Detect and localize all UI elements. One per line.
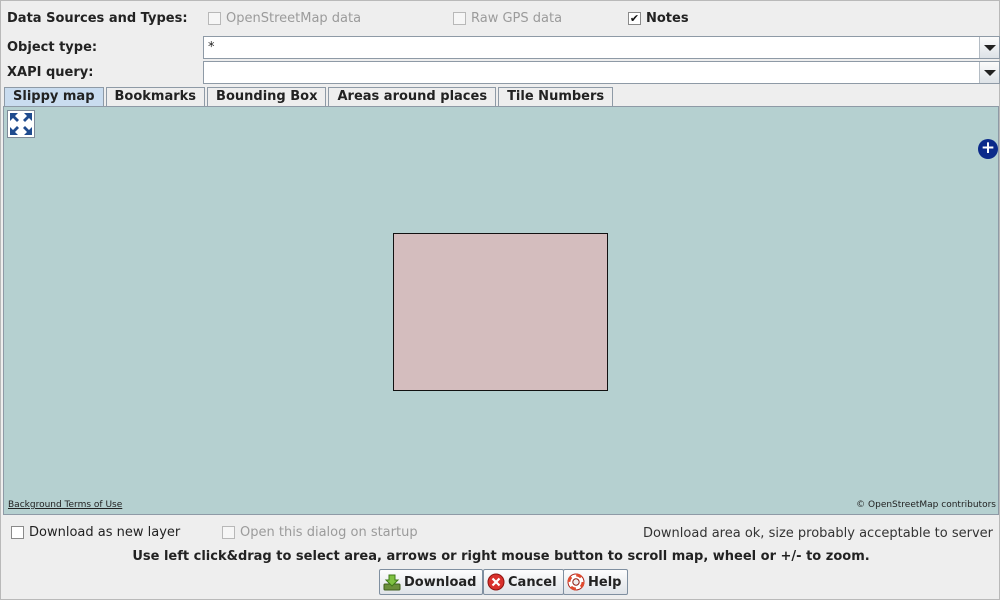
usage-hint: Use left click&drag to select area, arro… (132, 549, 870, 564)
checkmark-icon: ✔ (629, 12, 640, 25)
chevron-down-icon[interactable] (979, 37, 999, 58)
tab-bounding-box[interactable]: Bounding Box (207, 87, 327, 106)
xapi-query-label: XAPI query: (7, 65, 94, 80)
download-button-label: Download (404, 574, 477, 590)
tab-areas-around-places[interactable]: Areas around places (328, 87, 497, 106)
download-new-layer-checkbox-box[interactable] (11, 526, 24, 539)
raw-gps-checkbox[interactable]: Raw GPS data (453, 11, 562, 26)
open-on-startup-checkbox-box[interactable] (222, 526, 235, 539)
download-new-layer-checkbox[interactable]: Download as new layer (11, 525, 180, 540)
notes-label: Notes (646, 11, 689, 26)
slippy-map[interactable]: + Background Terms of Use © OpenStreetMa… (3, 106, 999, 515)
osm-data-checkbox[interactable]: OpenStreetMap data (208, 11, 361, 26)
osm-data-label: OpenStreetMap data (226, 11, 362, 26)
help-button-label: Help (588, 574, 622, 590)
xapi-query-combo[interactable] (203, 61, 1000, 84)
download-button[interactable]: Download (379, 569, 484, 595)
notes-checkbox-box[interactable]: ✔ (628, 12, 641, 25)
background-terms-link[interactable]: Background Terms of Use (8, 500, 122, 510)
data-sources-label: Data Sources and Types: (7, 11, 188, 26)
tab-bookmarks[interactable]: Bookmarks (105, 87, 206, 106)
raw-gps-label: Raw GPS data (471, 11, 563, 26)
notes-checkbox[interactable]: ✔ Notes (628, 11, 689, 26)
osm-data-checkbox-box[interactable] (208, 12, 221, 25)
expand-map-button[interactable] (7, 110, 35, 138)
cancel-icon (487, 573, 505, 591)
object-type-value[interactable]: * (208, 40, 215, 55)
help-lifebuoy-icon (567, 573, 585, 591)
expand-icon (8, 111, 34, 137)
download-dialog: Data Sources and Types: OpenStreetMap da… (0, 0, 1000, 600)
selected-area[interactable] (393, 233, 608, 391)
raw-gps-checkbox-box[interactable] (453, 12, 466, 25)
cancel-button[interactable]: Cancel (483, 569, 564, 595)
open-on-startup-label: Open this dialog on startup (240, 525, 418, 540)
open-on-startup-checkbox[interactable]: Open this dialog on startup (222, 525, 418, 540)
tab-slippy-map[interactable]: Slippy map (4, 87, 104, 106)
tab-bar: Slippy map Bookmarks Bounding Box Areas … (4, 87, 615, 106)
help-button[interactable]: Help (563, 569, 629, 595)
tab-tile-numbers[interactable]: Tile Numbers (498, 87, 614, 106)
chevron-down-icon[interactable] (979, 62, 999, 83)
zoom-in-icon[interactable]: + (978, 139, 998, 159)
object-type-combo[interactable]: * (203, 36, 1000, 59)
map-attribution: © OpenStreetMap contributors (856, 500, 996, 510)
download-new-layer-label: Download as new layer (29, 525, 181, 540)
download-icon (383, 573, 401, 591)
download-status-text: Download area ok, size probably acceptab… (642, 526, 993, 541)
object-type-label: Object type: (7, 40, 98, 55)
cancel-button-label: Cancel (508, 574, 557, 590)
